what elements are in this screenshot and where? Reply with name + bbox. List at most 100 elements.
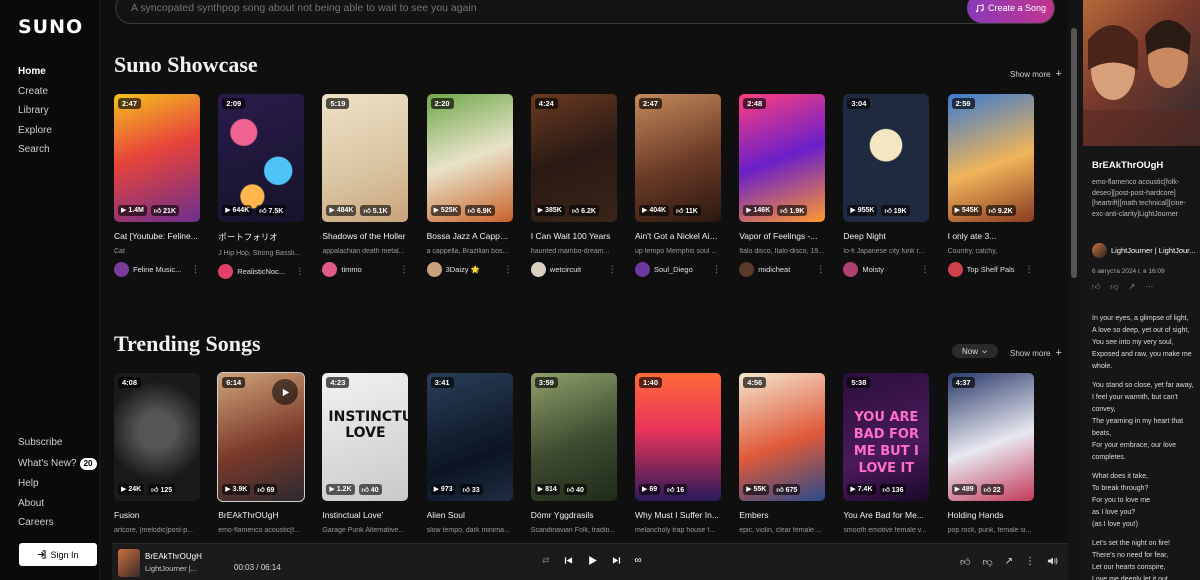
card-artist[interactable]: Top Shelf Pals ⋮ [947,262,1034,277]
song-prompt-input[interactable] [131,2,931,14]
now-playing-cover[interactable] [118,549,140,577]
song-card[interactable]: 4:56 ▶ 55K 👍︎ 675 Embers epic, violin, c… [739,373,826,534]
card-artist[interactable]: Soul_Diego ⋮ [635,262,721,277]
song-card[interactable]: 3:04 ▶ 955K 👍︎ 19K Deep Night lo-fi Japa… [843,94,930,277]
like-icon[interactable]: 👍︎ [1092,282,1100,292]
more-options-icon[interactable]: ⋮ [608,264,617,275]
card-artist[interactable]: timmo ⋮ [322,262,408,277]
nav-library[interactable]: Library [18,106,52,116]
nav-subscribe[interactable]: Subscribe [18,438,97,448]
song-title[interactable]: Cat [Youtube: Feline... [114,231,200,241]
play-icon[interactable] [587,555,598,566]
song-cover[interactable]: 2:47 ▶ 404K 👍︎ 11K [635,94,721,222]
song-cover[interactable]: YOU ARE BAD FOR ME BUT I LOVE IT 5:38 ▶ … [843,373,930,501]
song-title[interactable]: Bossa Jazz A Cappella [427,231,513,241]
song-cover[interactable]: 2:20 ▶ 525K 👍︎ 6.9K [426,94,513,222]
song-card[interactable]: 2:47 ▶ 404K 👍︎ 11K Ain't Got a Nickel Ai… [635,94,721,277]
song-card[interactable]: 2:47 ▶ 1.4M 👍︎ 21K Cat [Youtube: Feline.… [114,94,200,277]
song-cover[interactable]: 2:09 ▶ 644K 👍︎ 7.5K [218,94,305,222]
card-artist[interactable]: Feline Music... ⋮ [114,262,200,277]
song-card[interactable]: 2:20 ▶ 525K 👍︎ 6.9K Bossa Jazz A Cappell… [426,94,513,277]
nav-create[interactable]: Create [18,86,52,97]
song-title[interactable]: BrEAkThrOUgH [218,510,304,520]
song-cover[interactable]: 2:59 ▶ 545K 👍︎ 9.2K [947,94,1034,222]
song-title[interactable]: I Can Wait 100 Years [531,231,617,241]
more-options-icon[interactable]: ⋮ [1025,264,1034,275]
song-detail-artist[interactable]: LightJourner | LightJour... [1092,243,1198,258]
nav-about[interactable]: About [18,498,97,509]
song-cover[interactable]: 3:04 ▶ 955K 👍︎ 19K [843,94,930,222]
nav-search[interactable]: Search [18,145,52,155]
song-title[interactable]: You Are Bad for Me... [843,510,929,520]
more-options-icon[interactable]: ⋮ [816,264,825,275]
song-cover[interactable]: 6:14 ▶ 3.9K 👍︎ 69 [217,372,306,502]
song-title[interactable]: Fusion [114,510,200,520]
more-options-icon[interactable]: ⋮ [1025,556,1035,568]
song-card[interactable]: 1:40 ▶ 69 👍︎ 16 Why Must I Suffer In... … [635,373,721,534]
dislike-icon[interactable]: 👎︎ [982,556,992,568]
like-icon[interactable]: 👍︎ [960,556,970,568]
more-options-icon[interactable]: ⋮ [399,264,408,275]
create-song-button[interactable]: Create a Song [967,0,1054,23]
song-card[interactable]: 3:41 ▶ 973 👍︎ 33 Alien Soul slow tempo, … [426,373,513,534]
more-options-icon[interactable]: ⋮ [295,266,304,277]
song-card[interactable]: 4:24 ▶ 385K 👍︎ 6.2K I Can Wait 100 Years… [530,94,617,277]
nav-explore[interactable]: Explore [18,125,52,136]
song-title[interactable]: Shadows of the Holler [322,231,408,241]
song-title[interactable]: Dómr Yggdrasils [531,510,617,520]
trending-period-select[interactable]: Now [952,344,998,358]
suno-logo[interactable]: SUNO [18,16,83,38]
song-title[interactable]: Alien Soul [427,510,513,520]
song-card[interactable]: 4:37 ▶ 489 👍︎ 22 Holding Hands pop rock,… [947,373,1034,534]
dislike-icon[interactable]: 👎︎ [1110,282,1118,292]
song-card[interactable]: 2:48 ▶ 146K 👍︎ 1.9K Vapor of Feelings -.… [739,94,826,277]
song-cover[interactable]: 4:56 ▶ 55K 👍︎ 675 [739,373,826,501]
song-cover[interactable]: 1:40 ▶ 69 👍︎ 16 [635,373,721,501]
song-card[interactable]: 2:09 ▶ 644K 👍︎ 7.5K ポートフォリオ J Hip Hop, S… [218,94,305,279]
card-artist[interactable]: RealisticNoc... ⋮ [218,264,304,279]
song-cover[interactable]: 2:47 ▶ 1.4M 👍︎ 21K [114,94,200,222]
nav-careers[interactable]: Careers [18,518,97,528]
share-icon[interactable]: ↗ [1005,556,1013,568]
card-artist[interactable]: 3Daizy 🌟 ⋮ [426,262,513,277]
song-cover[interactable]: 2:48 ▶ 146K 👍︎ 1.9K [739,94,826,222]
song-cover[interactable]: 4:24 ▶ 385K 👍︎ 6.2K [530,94,617,222]
repeat-icon[interactable]: ∞ [635,555,642,566]
song-card[interactable]: 2:59 ▶ 545K 👍︎ 9.2K I only ate 3... Coun… [947,94,1034,277]
song-cover[interactable]: 5:19 ▶ 484K 👍︎ 5.1K [322,94,409,222]
song-cover[interactable]: INSTINCTUAL LOVE 4:23 ▶ 1.2K 👍︎ 40 [322,373,409,501]
song-title[interactable]: I only ate 3... [948,231,1034,241]
more-options-icon[interactable]: ⋮ [920,264,929,275]
song-card[interactable]: INSTINCTUAL LOVE 4:23 ▶ 1.2K 👍︎ 40 Insti… [322,373,409,534]
song-title[interactable]: Instinctual Love' [322,510,408,520]
nav-help[interactable]: Help [18,479,97,489]
nav-home[interactable]: Home [18,67,52,77]
main-scrollbar[interactable] [1068,0,1080,580]
next-track-icon[interactable] [612,556,621,565]
song-cover[interactable]: 3:41 ▶ 973 👍︎ 33 [426,373,513,501]
nav-whats-new[interactable]: What's New? 20 [18,457,97,470]
song-card[interactable]: YOU ARE BAD FOR ME BUT I LOVE IT 5:38 ▶ … [843,373,930,534]
play-overlay-button[interactable] [272,379,299,405]
card-artist[interactable]: Moisty ⋮ [843,262,929,277]
song-cover[interactable]: 3:59 ▶ 814 👍︎ 40 [530,373,617,501]
song-card[interactable]: 5:19 ▶ 484K 👍︎ 5.1K Shadows of the Holle… [322,94,409,277]
sign-in-button[interactable]: Sign In [19,543,97,566]
song-title[interactable]: Embers [739,510,825,520]
card-artist[interactable]: wetcircuit ⋮ [530,262,617,277]
song-title[interactable]: Deep Night [843,231,929,241]
song-title[interactable]: Vapor of Feelings -... [739,231,825,241]
song-title[interactable]: Holding Hands [948,510,1034,520]
song-cover[interactable]: 4:08 ▶ 24K 👍︎ 125 [114,373,200,501]
scrollbar-thumb[interactable] [1071,28,1077,278]
more-options-icon[interactable]: ⋯ [1145,282,1153,292]
volume-icon[interactable] [1047,556,1058,568]
share-icon[interactable]: ↗ [1129,282,1136,292]
song-title[interactable]: Ain't Got a Nickel Ain't... [635,231,721,241]
showcase-show-more[interactable]: Show more + [1010,68,1062,80]
shuffle-icon[interactable]: ⇄ [542,555,550,566]
song-title[interactable]: ポートフォリオ [218,231,304,243]
song-card[interactable]: 3:59 ▶ 814 👍︎ 40 Dómr Yggdrasils Scandin… [530,373,617,534]
song-title[interactable]: Why Must I Suffer In... [635,510,721,520]
now-playing-artist[interactable]: LightJourner |... [145,564,197,573]
